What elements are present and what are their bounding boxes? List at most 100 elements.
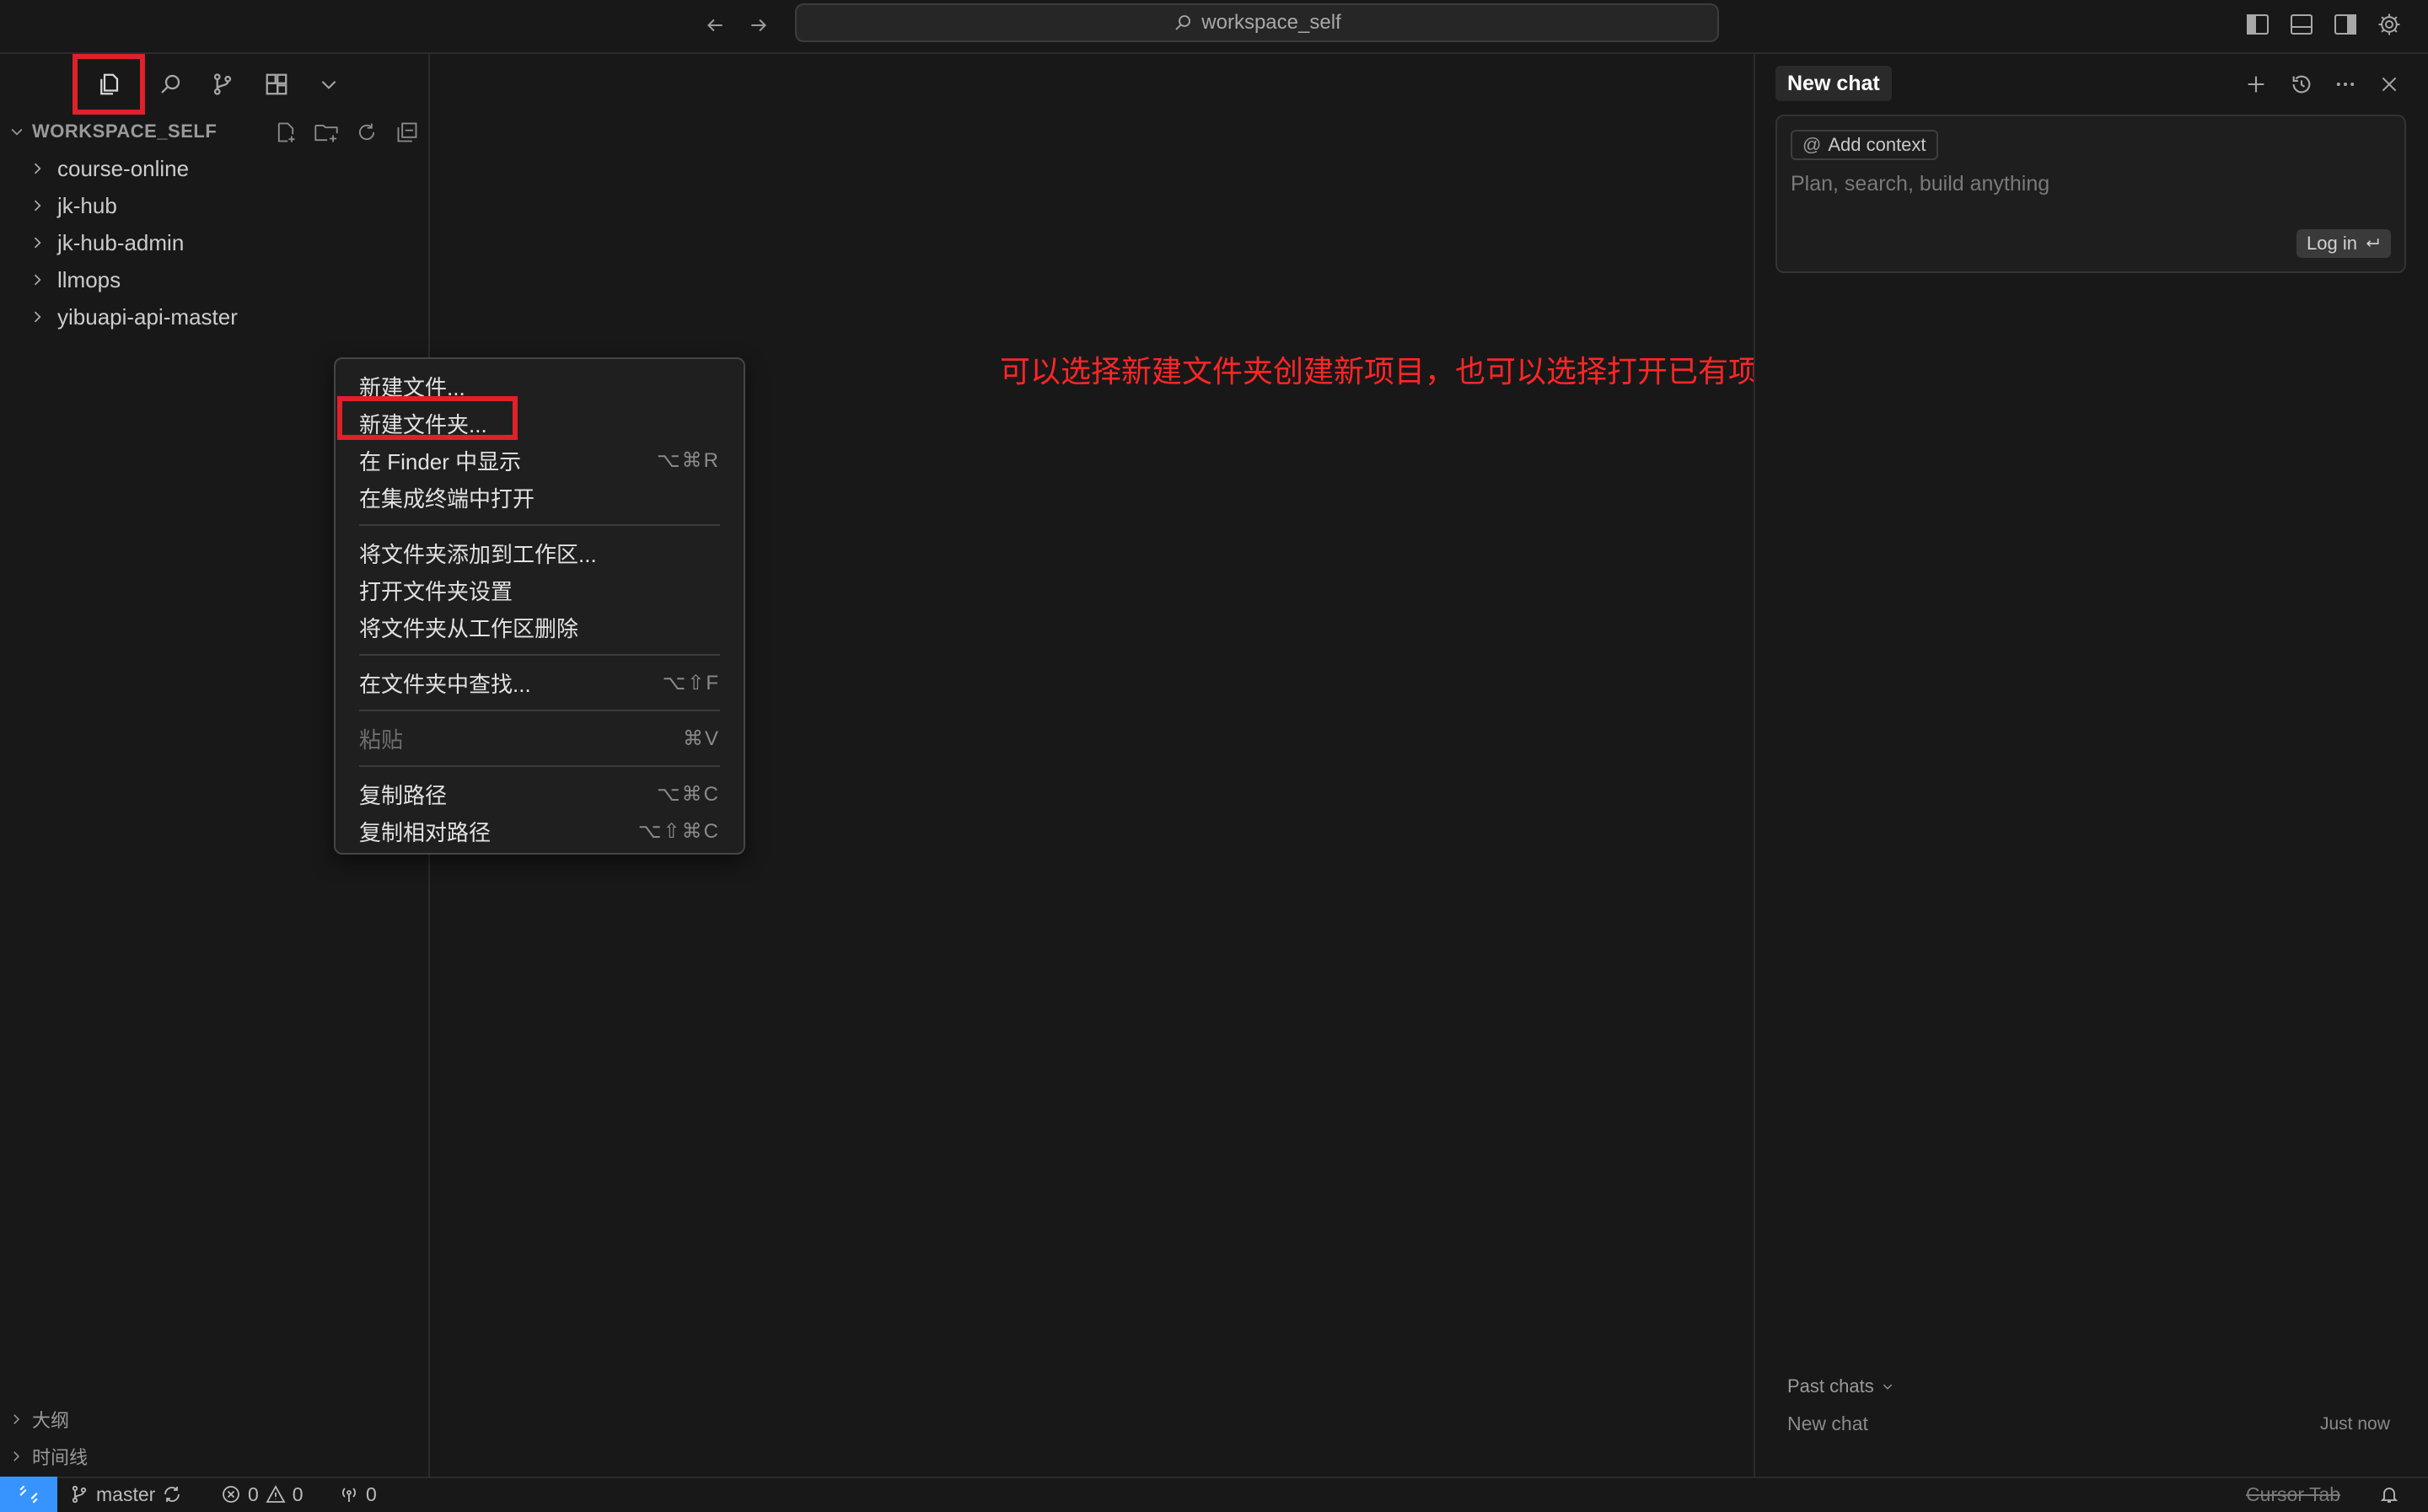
folder-item[interactable]: llmops — [29, 261, 121, 298]
shortcut-label: ⌥⌘R — [657, 448, 720, 472]
timeline-label: 时间线 — [32, 1447, 89, 1468]
close-icon[interactable] — [2372, 67, 2406, 101]
forward-arrow-icon[interactable] — [742, 10, 776, 40]
menu-item-open-in-terminal[interactable]: 在集成终端中打开 — [359, 479, 720, 516]
menu-item-label: 复制相对路径 — [359, 819, 492, 845]
past-chats-label: Past chats — [1787, 1375, 1874, 1397]
new-chat-plus-icon[interactable] — [2239, 67, 2273, 101]
chevron-right-icon — [34, 274, 41, 286]
add-context-label: Add context — [1828, 134, 1926, 155]
at-sign-icon: @ — [1802, 134, 1822, 155]
back-arrow-icon[interactable] — [698, 10, 732, 40]
command-center-search[interactable]: workspace_self — [795, 3, 1719, 42]
chevron-right-icon — [34, 200, 41, 212]
settings-gear-icon[interactable] — [2374, 10, 2404, 39]
folder-label: llmops — [57, 266, 121, 292]
past-chat-item[interactable]: New chat — [1787, 1413, 1868, 1435]
warning-count: 0 — [292, 1483, 304, 1505]
collapse-all-icon[interactable] — [393, 118, 422, 147]
explorer-icon[interactable] — [73, 54, 145, 115]
search-icon — [1173, 13, 1193, 33]
menu-item-copy-path[interactable]: 复制路径 ⌥⌘C — [359, 775, 720, 812]
outline-section[interactable]: 大纲 — [8, 1402, 69, 1436]
workspace-header[interactable]: WORKSPACE_SELF — [8, 116, 217, 147]
notifications-bell-icon[interactable] — [2379, 1477, 2399, 1512]
ports-count: 0 — [366, 1483, 377, 1505]
past-chat-timestamp: Just now — [2320, 1414, 2390, 1434]
error-icon — [223, 1486, 239, 1503]
warning-icon — [266, 1485, 286, 1503]
chat-tab[interactable]: New chat — [1775, 66, 1892, 101]
error-count: 0 — [248, 1483, 259, 1505]
highlight-box — [337, 396, 518, 440]
folder-item[interactable]: course-online — [29, 150, 189, 187]
new-file-icon[interactable] — [271, 118, 300, 147]
login-label: Log in — [2307, 233, 2357, 254]
broadcast-icon — [342, 1488, 356, 1502]
chevron-right-icon — [34, 311, 41, 323]
extensions-icon[interactable] — [250, 57, 304, 111]
chevron-right-icon — [34, 237, 41, 249]
chevron-down-icon — [1883, 1384, 1892, 1390]
git-branch-icon — [72, 1485, 87, 1504]
menu-item-add-folder-to-workspace[interactable]: 将文件夹添加到工作区... — [359, 534, 720, 571]
more-options-icon[interactable] — [2329, 67, 2362, 101]
command-center-text: workspace_self — [1201, 11, 1341, 34]
shortcut-label: ⌥⌘C — [657, 782, 720, 806]
toggle-secondary-sidebar-icon[interactable] — [2330, 10, 2361, 39]
toggle-primary-sidebar-icon[interactable] — [2243, 10, 2273, 39]
branch-status[interactable]: master — [69, 1477, 182, 1512]
folder-label: course-online — [57, 155, 190, 181]
new-folder-icon[interactable] — [312, 118, 341, 147]
folder-label: yibuapi-api-master — [57, 303, 238, 330]
remote-indicator-icon[interactable] — [0, 1477, 57, 1512]
shortcut-label: ⌘V — [682, 727, 720, 750]
problems-status[interactable]: 0 0 — [221, 1477, 304, 1512]
chat-input-placeholder[interactable]: Plan, search, build anything — [1791, 172, 2049, 196]
source-control-icon[interactable] — [196, 57, 250, 111]
workspace-title: WORKSPACE_SELF — [32, 121, 218, 142]
menu-item-reveal-in-finder[interactable]: 在 Finder 中显示 ⌥⌘R — [359, 442, 720, 479]
cursor-tab-status[interactable]: Cursor Tab — [2246, 1477, 2340, 1512]
menu-separator — [359, 654, 720, 656]
enter-key-icon — [2364, 235, 2381, 252]
menu-item-open-folder-settings[interactable]: 打开文件夹设置 — [359, 571, 720, 609]
outline-label: 大纲 — [32, 1410, 70, 1431]
chevron-right-icon — [13, 1414, 20, 1424]
menu-item-label: 打开文件夹设置 — [359, 578, 513, 604]
menu-item-label: 在集成终端中打开 — [359, 485, 535, 512]
timeline-section[interactable]: 时间线 — [8, 1440, 88, 1473]
branch-label: master — [96, 1483, 156, 1505]
folder-item[interactable]: jk-hub-admin — [29, 224, 184, 261]
add-context-button[interactable]: @ Add context — [1791, 130, 1938, 160]
sync-icon — [164, 1487, 180, 1502]
ports-status[interactable]: 0 — [339, 1477, 377, 1512]
login-button[interactable]: Log in — [2296, 229, 2391, 258]
folder-item[interactable]: jk-hub — [29, 187, 117, 224]
menu-item-label: 复制路径 — [359, 782, 448, 808]
refresh-icon[interactable] — [352, 118, 381, 147]
menu-separator — [359, 524, 720, 526]
search-view-icon[interactable] — [143, 57, 197, 111]
menu-item-label: 将文件夹添加到工作区... — [359, 541, 597, 567]
menu-item-copy-relative-path[interactable]: 复制相对路径 ⌥⇧⌘C — [359, 812, 720, 850]
shortcut-label: ⌥⇧F — [662, 671, 720, 694]
menu-item-paste: 粘贴 ⌘V — [359, 720, 720, 757]
folder-item[interactable]: yibuapi-api-master — [29, 298, 238, 335]
menu-item-label: 在 Finder 中显示 — [359, 448, 522, 475]
menu-item-label: 将文件夹从工作区删除 — [359, 615, 579, 641]
more-views-chevron-down-icon[interactable] — [302, 57, 356, 111]
menu-item-find-in-folder[interactable]: 在文件夹中查找... ⌥⇧F — [359, 664, 720, 701]
menu-item-remove-folder-from-workspace[interactable]: 将文件夹从工作区删除 — [359, 609, 720, 646]
menu-separator — [359, 710, 720, 711]
menu-item-label: 粘贴 — [359, 727, 404, 753]
chevron-right-icon — [34, 163, 41, 174]
menu-separator — [359, 765, 720, 767]
chevron-down-icon — [8, 123, 25, 140]
menu-item-label: 在文件夹中查找... — [359, 671, 531, 697]
shortcut-label: ⌥⇧⌘C — [637, 819, 720, 843]
history-icon[interactable] — [2285, 67, 2318, 101]
folder-label: jk-hub — [57, 192, 117, 218]
toggle-panel-icon[interactable] — [2286, 10, 2317, 39]
past-chats-header[interactable]: Past chats — [1787, 1375, 1894, 1397]
